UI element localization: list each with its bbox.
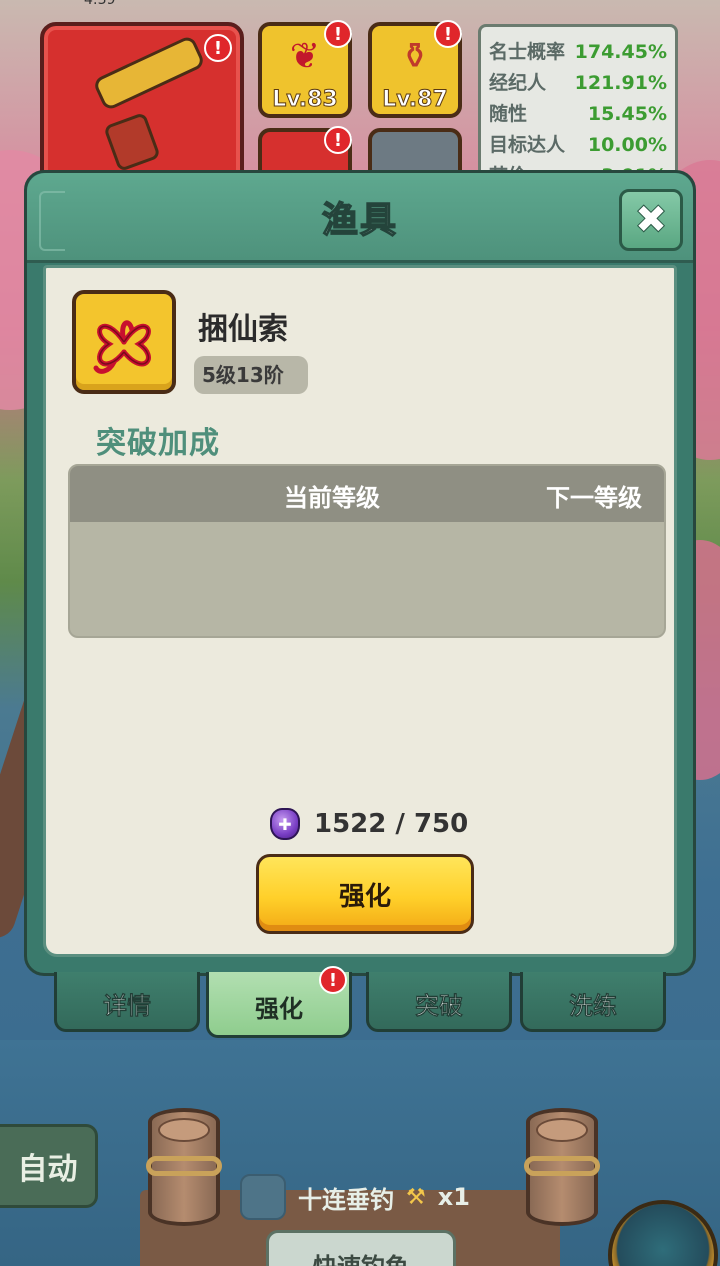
modal-header: 渔具 ✖ — [27, 173, 693, 263]
alert-badge: ! — [319, 966, 347, 994]
column-current-level: 当前等级 — [284, 484, 380, 512]
cost-amount: 1522 / 750 — [314, 809, 469, 839]
attribute-stats-panel: 名士概率 174.45% 经纪人 121.91% 随性 15.45% 目标达人 10.0… — [478, 24, 678, 184]
corner-ornament-icon — [39, 191, 65, 251]
tab-enhance[interactable]: 强化 ! — [206, 966, 352, 1038]
modal-title: 渔具 — [321, 199, 398, 242]
gourd-charm-icon: ⚱ — [399, 36, 431, 77]
modal-body: 捆仙索 5级13阶 突破加成 当前等级 下一等级 ✚ 1522 / 750 强化 — [43, 265, 677, 957]
stat-label: 目标达人 — [489, 134, 566, 156]
fishing-rod-icon — [91, 34, 207, 112]
modal-tabs: 详情 强化 ! 突破 洗练 — [54, 966, 668, 1038]
alert-badge: ! — [434, 20, 462, 48]
stat-row: 名士概率 174.45% — [489, 37, 667, 68]
bonus-table: 当前等级 下一等级 — [68, 464, 666, 638]
stat-value: 15.45% — [587, 103, 667, 125]
stat-label: 经纪人 — [489, 72, 547, 94]
enhance-button[interactable]: 强化 — [256, 854, 474, 934]
equipment-modal: 渔具 ✖ 捆仙索 5级13阶 突破加成 当前等级 下一等级 ✚ 1522 / 7… — [24, 170, 696, 976]
purple-gem-icon: ✚ — [270, 808, 300, 840]
stat-row: 目标达人 10.00% — [489, 130, 667, 161]
tab-label: 突破 — [415, 992, 464, 1021]
dock-post-right — [524, 1108, 600, 1226]
slot-level: Lv.83 — [272, 87, 339, 113]
item-icon — [72, 290, 176, 394]
tab-breakthrough[interactable]: 突破 — [366, 972, 512, 1032]
alert-badge: ! — [324, 126, 352, 154]
quick-fish-button[interactable]: 快速钓鱼 — [266, 1230, 456, 1266]
cost-row: ✚ 1522 / 750 — [270, 808, 468, 840]
slot-level: Lv.87 — [382, 87, 449, 113]
equipment-slot-charm[interactable]: ⚱ ! Lv.87 — [368, 20, 462, 118]
tab-label: 详情 — [103, 992, 152, 1021]
red-rope-icon — [93, 320, 151, 374]
close-icon: ✖ — [634, 197, 669, 244]
stat-value: 121.91% — [574, 72, 667, 94]
fishing-rod-icon: ⚒ — [406, 1184, 426, 1210]
stat-value: 174.45% — [574, 41, 667, 63]
column-next-level: 下一等级 — [546, 484, 642, 512]
auto-fish-button[interactable]: 自动 — [0, 1124, 98, 1208]
close-button[interactable]: ✖ — [619, 189, 683, 251]
section-title-breakthrough-bonus: 突破加成 — [96, 426, 220, 461]
tab-refine[interactable]: 洗练 — [520, 972, 666, 1032]
stat-row: 经纪人 121.91% — [489, 68, 667, 99]
item-name: 捆仙索 — [198, 312, 288, 347]
ten-cast-checkbox[interactable] — [240, 1174, 286, 1220]
ten-cast-count: x1 — [437, 1183, 470, 1211]
equipment-slot-rope[interactable]: ❦ ! Lv.83 — [258, 20, 352, 118]
main-rod-slot[interactable]: ! — [40, 22, 244, 192]
rod-reel-shape — [103, 111, 161, 173]
bonus-table-header: 当前等级 下一等级 — [70, 466, 664, 522]
tab-label: 洗练 — [569, 992, 618, 1021]
ten-cast-label: 十连垂钓 — [298, 1185, 394, 1214]
status-time: 4:39 — [84, 0, 116, 8]
ten-cast-toggle[interactable]: 十连垂钓 ⚒ x1 — [240, 1174, 470, 1220]
item-rank-badge: 5级13阶 — [194, 356, 308, 394]
stat-value: 10.00% — [587, 134, 667, 156]
rope-icon: ❦ — [289, 36, 321, 77]
tab-label: 强化 — [255, 995, 303, 1023]
alert-badge: ! — [204, 34, 232, 62]
stat-label: 随性 — [489, 103, 528, 125]
stat-label: 名士概率 — [489, 41, 566, 63]
alert-badge: ! — [324, 20, 352, 48]
stat-row: 随性 15.45% — [489, 99, 667, 130]
tab-details[interactable]: 详情 — [54, 972, 200, 1032]
dock-post-left — [146, 1108, 222, 1226]
